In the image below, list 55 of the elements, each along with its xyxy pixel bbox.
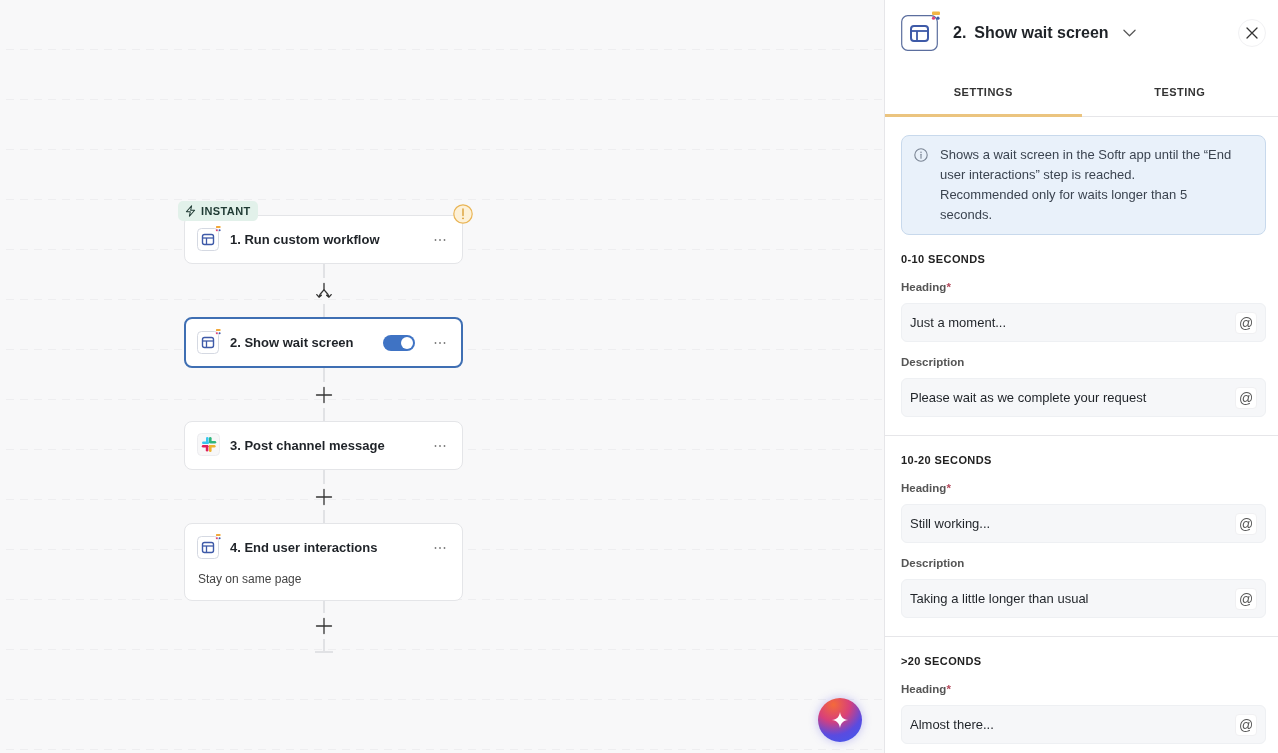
mention-button[interactable]: @ <box>1235 512 1257 535</box>
step-card[interactable]: 2. Show wait screen <box>184 317 463 368</box>
lightning-icon <box>185 205 196 217</box>
mention-button[interactable]: @ <box>1235 386 1257 409</box>
toggle-switch[interactable] <box>383 334 415 351</box>
tab[interactable]: TESTING <box>1081 66 1278 117</box>
layout-icon <box>197 534 221 559</box>
info-text: Recommended only for waits longer than 5 seconds. <box>940 186 1189 224</box>
info-text: Shows a wait screen in the Softr app until the “End user interactions” step is reached. <box>940 146 1233 184</box>
step-subtitle: Stay on same page <box>197 571 303 588</box>
step-title: 4. End user interactions <box>230 540 379 555</box>
hash-logo-icon <box>197 432 221 457</box>
more-icon[interactable] <box>434 443 446 448</box>
text-field[interactable]: Please wait as we complete your request @ <box>901 378 1266 417</box>
info-icon <box>914 148 928 162</box>
sparkle-button[interactable] <box>818 698 862 742</box>
step-card[interactable]: 1. Run custom workflow <box>184 215 463 264</box>
plus-icon[interactable] <box>314 487 333 506</box>
text-field[interactable]: Just a moment... @ <box>901 303 1266 342</box>
plus-icon[interactable] <box>314 617 333 635</box>
section-heading: >20 SECONDS <box>901 654 983 669</box>
field-label: Heading* <box>901 682 952 697</box>
more-icon[interactable] <box>434 545 446 550</box>
field-label: Description <box>901 556 966 571</box>
field-label: Description <box>901 355 966 370</box>
step-card[interactable]: 4. End user interactions Stay on same page <box>184 523 463 601</box>
badge-label: INSTANT <box>201 205 251 217</box>
chevron-down-icon[interactable] <box>1122 29 1136 37</box>
step-title: 1. Run custom workflow <box>230 232 381 247</box>
layout-icon <box>901 11 941 51</box>
close-icon <box>1246 27 1258 39</box>
field-label: Heading* <box>901 481 952 496</box>
mention-button[interactable]: @ <box>1235 587 1257 610</box>
step-title: 3. Post channel message <box>230 438 386 453</box>
section-heading: 0-10 SECONDS <box>901 252 987 267</box>
more-icon[interactable] <box>434 340 446 345</box>
panel-title: Show wait screen <box>974 24 1109 42</box>
text-field[interactable]: Almost there... @ <box>901 705 1266 744</box>
field-label: Heading* <box>901 280 952 295</box>
mention-button[interactable]: @ <box>1235 311 1257 334</box>
split-arrows-icon[interactable] <box>314 281 333 300</box>
tab[interactable]: SETTINGS <box>885 66 1082 117</box>
layout-icon <box>197 329 221 354</box>
more-icon[interactable] <box>434 237 446 242</box>
plus-icon[interactable] <box>314 385 333 404</box>
layout-icon <box>197 226 221 251</box>
step-card[interactable]: 3. Post channel message <box>184 421 463 470</box>
section-heading: 10-20 SECONDS <box>901 453 993 468</box>
close-button[interactable] <box>1238 19 1266 47</box>
step-number: 2. <box>953 24 967 42</box>
step-title: 2. Show wait screen <box>230 335 355 350</box>
text-field[interactable]: Still working... @ <box>901 504 1266 543</box>
text-field[interactable]: Taking a little longer than usual @ <box>901 579 1266 618</box>
sparkle-icon <box>831 711 849 729</box>
mention-button[interactable]: @ <box>1235 713 1257 736</box>
